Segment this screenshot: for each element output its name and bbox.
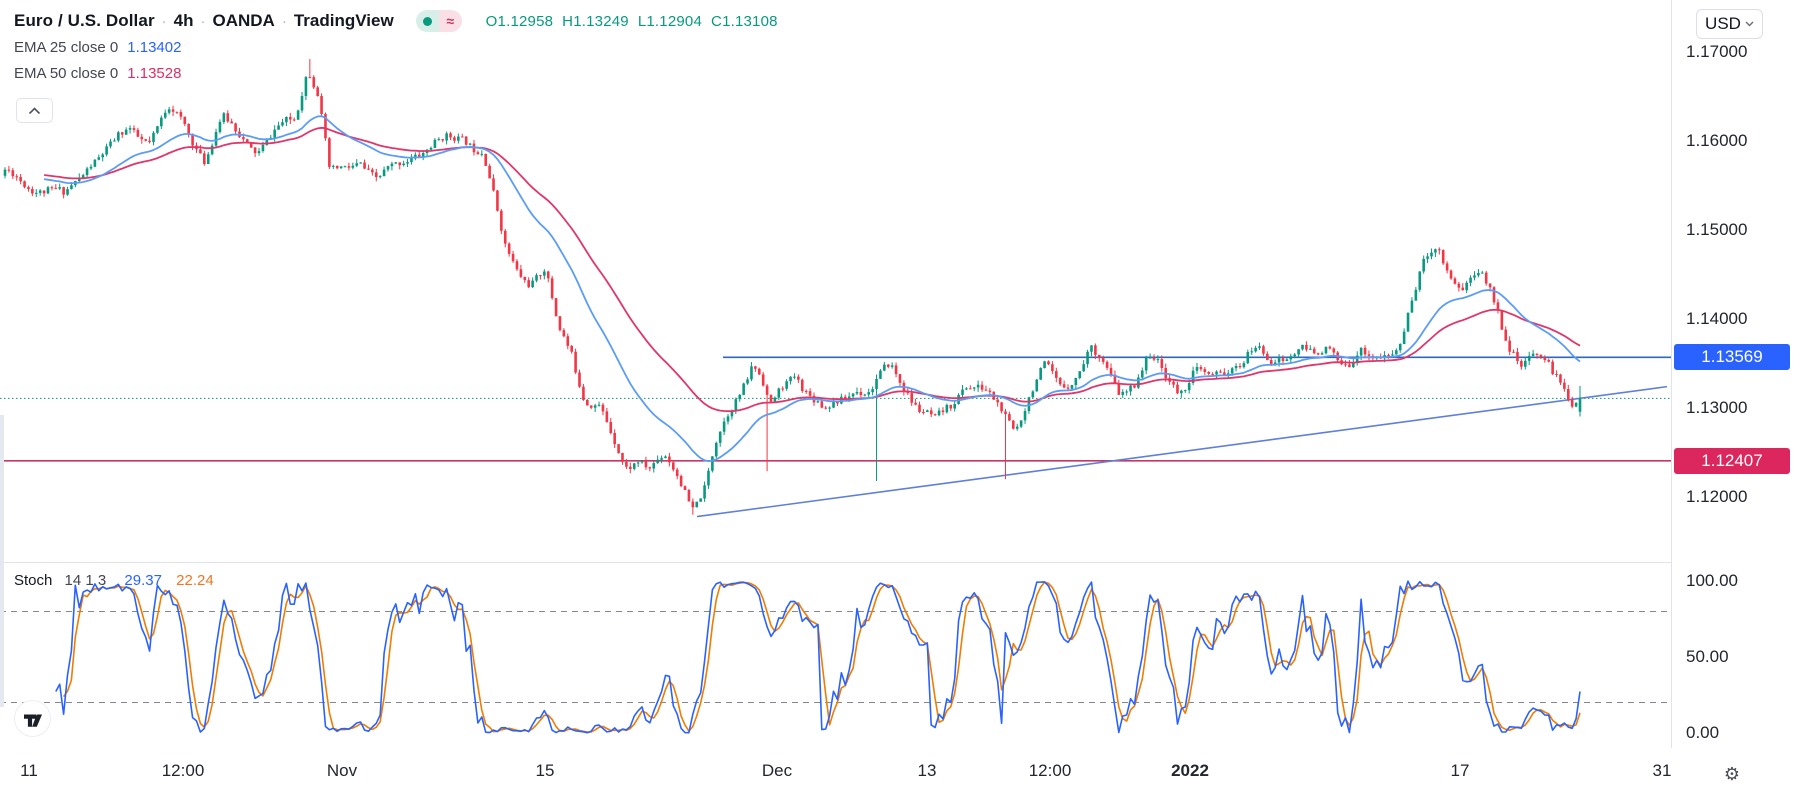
pane-separator[interactable] [0,562,1795,563]
stoch-axis-label: 100.00 [1686,571,1738,591]
stoch-axis-label: 0.00 [1686,722,1720,742]
open-value: 1.12958 [497,12,554,30]
time-axis-label-13: 13 [917,761,937,780]
candle-bodies-up [3,77,1582,508]
ohlc-values: O1.12958 H1.13249 L1.12904 C1.13108 [486,13,787,30]
price-axis-label: 1.16000 [1686,131,1748,150]
candle-bodies-down [7,77,1574,508]
settings-gear-icon[interactable]: ⚙ [1720,762,1744,786]
time-axis-label-Nov: Nov [326,761,358,780]
time-axis-label-31: 31 [1652,761,1672,780]
open-label: O [485,12,498,30]
time-axis-label-17: 17 [1450,761,1470,780]
stoch-name[interactable]: Stoch [14,572,52,589]
low-value: 1.12904 [646,12,703,30]
time-axis-label-11: 11 [20,761,38,780]
ema25-label: EMA 25 close 0 [14,38,119,56]
chart-legend: Euro / U.S. Dollar · 4h · OANDA · Tradin… [14,8,787,86]
price-axis-label: 1.13000 [1686,398,1748,417]
symbol-title-row[interactable]: Euro / U.S. Dollar · 4h · OANDA · Tradin… [14,8,787,34]
stoch-d-value: 22.24 [176,572,214,589]
close-value: 1.13108 [722,12,778,30]
tradingview-logo-icon [23,714,42,727]
title-separator: · [200,12,206,30]
price-axis-label: 1.17000 [1686,42,1748,61]
stoch-legend-row[interactable]: Stoch 14 1 3 29.37 22.24 [14,572,214,589]
stoch-k-line [55,580,1581,734]
indicator-legend-ema25[interactable]: EMA 25 close 0 1.13402 [14,34,787,60]
title-separator: · [281,12,287,30]
currency-selector[interactable]: USD [1696,9,1763,39]
market-open-dot-icon [422,16,432,26]
market-status-pill[interactable]: ≈ [415,10,462,32]
time-axis-label-15: 15 [535,761,555,780]
ema-25-line [43,115,1581,463]
currency-label: USD [1705,14,1741,33]
time-axis[interactable]: 11 12:00 Nov 15 Dec 13 12:00 2022 17 31 [0,748,1795,798]
collapse-legend-button[interactable] [16,98,53,123]
title-separator: · [161,12,167,30]
interval-label[interactable]: 4h [174,11,194,31]
price-axis-label: 1.12000 [1686,487,1748,506]
rising-trendline [696,385,1668,518]
stoch-axis-label: 50.00 [1686,646,1729,666]
chart-canvas[interactable] [0,0,1671,748]
high-label: H [562,12,574,30]
close-label: C [711,12,723,30]
indicator-legend-ema50[interactable]: EMA 50 close 0 1.13528 [14,60,787,86]
time-axis-label-1200: 12:00 [161,761,205,780]
price-badge-1.13569: 1.13569 [1674,344,1790,371]
platform-label[interactable]: TradingView [294,11,394,31]
ema25-value: 1.13402 [127,38,182,56]
left-edge-strip [0,415,4,707]
time-axis-label-1200: 12:00 [1028,761,1072,780]
price-axis-label: 1.15000 [1686,220,1748,239]
price-axis-label: 1.14000 [1686,309,1748,328]
chevron-down-icon [1745,21,1754,27]
ema-50-line [43,126,1581,413]
ema50-label: EMA 50 close 0 [14,64,119,82]
price-badge-1.12407: 1.12407 [1674,447,1790,474]
tradingview-chart: Euro / U.S. Dollar · 4h · OANDA · Tradin… [0,0,1795,798]
delayed-data-icon: ≈ [438,10,462,32]
ema50-value: 1.13528 [127,64,182,82]
market-open-indicator [415,10,439,32]
stoch-k-value: 29.37 [124,572,162,589]
stoch-params: 14 1 3 [64,572,107,589]
exchange-label[interactable]: OANDA [213,11,275,31]
price-axis[interactable]: 1.17000 1.16000 1.15000 1.14000 1.13000 1.120… [1672,0,1795,748]
symbol-name[interactable]: Euro / U.S. Dollar [14,11,155,31]
time-axis-label-Dec: Dec [761,761,793,780]
high-value: 1.13249 [573,12,629,30]
tradingview-logo[interactable] [14,700,51,737]
time-axis-label-2022: 2022 [1171,761,1209,780]
candle-wicks-down [8,59,1573,515]
chevron-up-icon [28,106,41,114]
candle-wicks-up [4,76,1581,508]
